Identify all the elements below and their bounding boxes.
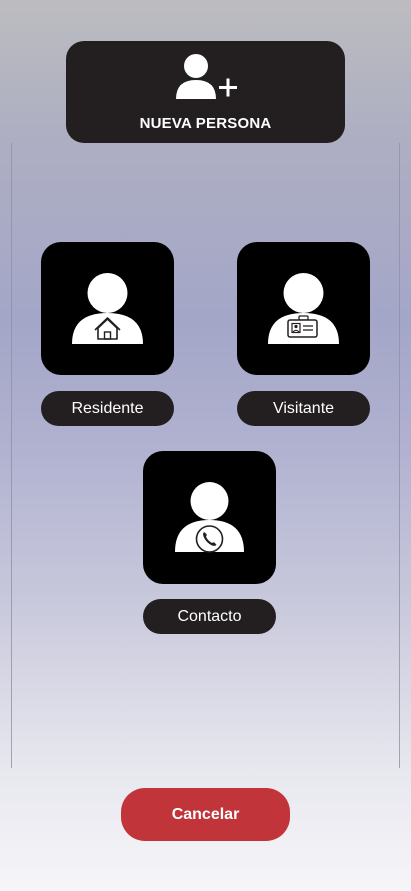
visitor-tile[interactable]: [237, 242, 370, 375]
contact-button[interactable]: Contacto: [143, 599, 276, 634]
cancel-button[interactable]: Cancelar: [121, 788, 290, 841]
resident-home-icon: [72, 273, 143, 344]
contact-phone-icon: [175, 482, 244, 553]
resident-button[interactable]: Residente: [41, 391, 174, 426]
new-person-header-button[interactable]: NUEVA PERSONA: [66, 41, 345, 143]
visitor-button[interactable]: Visitante: [237, 391, 370, 426]
contact-tile[interactable]: [143, 451, 276, 584]
visitor-badge-icon: [268, 273, 339, 344]
resident-tile[interactable]: [41, 242, 174, 375]
header-title: NUEVA PERSONA: [139, 115, 272, 132]
right-divider: [399, 143, 400, 768]
add-person-icon: [175, 54, 237, 99]
left-divider: [11, 143, 12, 768]
